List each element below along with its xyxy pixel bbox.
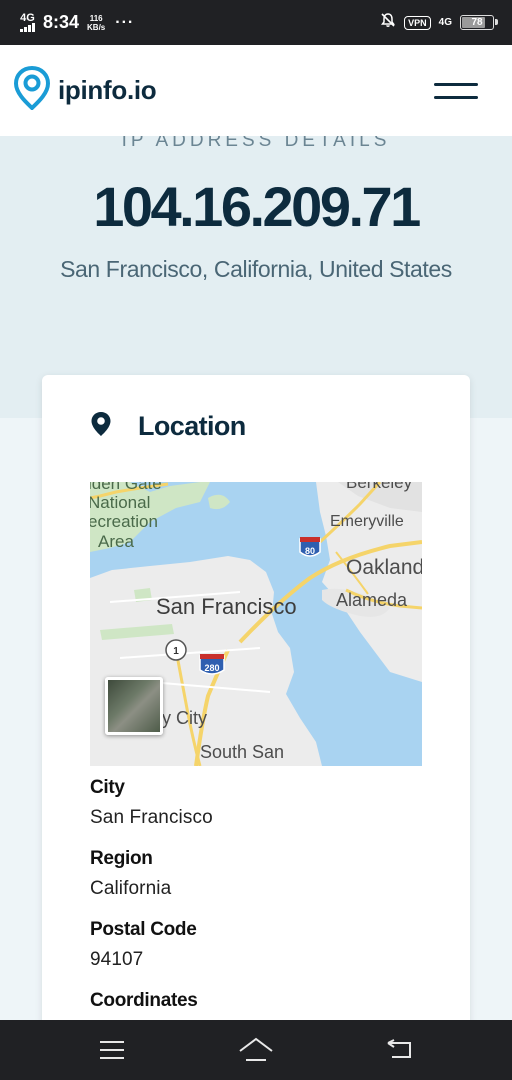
field-postal-code: Postal Code 94107	[90, 919, 197, 971]
map-label-berkeley: Berkeley	[346, 482, 413, 492]
route-1-label: 1	[173, 646, 179, 657]
network-type-right: 4G	[438, 17, 452, 28]
map-label-san-francisco: San Francisco	[156, 594, 297, 619]
field-value: San Francisco	[90, 807, 213, 828]
map-label-south-san: South San	[200, 742, 285, 762]
back-nav-icon[interactable]	[370, 1025, 430, 1075]
route-280-shield: 280	[199, 654, 225, 675]
card-title: Location	[138, 411, 246, 441]
network-speed: 116 KB/s	[87, 14, 105, 32]
field-label: City	[90, 777, 125, 798]
vpn-badge: VPN	[404, 15, 431, 30]
more-notifications-icon: ···	[115, 13, 135, 31]
mute-bell-icon	[380, 12, 396, 33]
route-280-label: 280	[204, 663, 219, 673]
field-value: California	[90, 878, 172, 899]
signal-indicator: 4G	[20, 13, 35, 32]
field-label: Postal Code	[90, 919, 197, 940]
logo-text: ipinfo.io	[58, 75, 157, 105]
field-region: Region California	[90, 848, 171, 900]
map-label-daly-city: ly City	[158, 708, 207, 728]
clock: 8:34	[43, 12, 80, 32]
network-speed-unit: KB/s	[87, 22, 106, 32]
field-city: City San Francisco	[90, 777, 213, 829]
hamburger-menu-icon[interactable]	[434, 81, 478, 101]
field-coordinates: Coordinates	[90, 990, 198, 1020]
map-label-oakland: Oakland	[346, 556, 422, 579]
site-header: ipinfo.io	[0, 45, 512, 136]
network-type: 4G	[20, 12, 35, 24]
map-pin-logo-icon	[13, 65, 51, 115]
battery-level: 78	[471, 17, 483, 28]
field-label: Region	[90, 848, 153, 869]
battery-icon: 78	[460, 15, 498, 30]
ip-location: San Francisco, California, United States	[60, 256, 452, 282]
location-map[interactable]: 80 280 1 lden Gate National ecreation Ar…	[90, 482, 422, 766]
map-label-national: National	[90, 493, 151, 512]
card-header: Location	[90, 411, 246, 442]
system-nav-bar	[0, 1020, 512, 1080]
map-label-recreation: ecreation	[90, 512, 158, 531]
ip-address: 104.16.209.71	[93, 175, 421, 238]
field-label: Coordinates	[90, 990, 198, 1011]
location-pin-icon	[90, 411, 112, 442]
field-value: 94107	[90, 949, 144, 970]
route-1-shield: 1	[165, 639, 187, 661]
signal-bars-icon	[20, 23, 35, 32]
map-label-area: Area	[98, 532, 134, 551]
home-nav-icon[interactable]	[226, 1025, 286, 1075]
menu-nav-icon[interactable]	[82, 1025, 142, 1075]
route-80-label: 80	[305, 546, 315, 556]
status-bar: 4G 8:34 116 KB/s ··· VPN 4G 78	[0, 0, 512, 45]
map-label-emeryville: Emeryville	[330, 513, 404, 530]
route-80-shield: 80	[299, 537, 321, 557]
satellite-toggle-button[interactable]	[105, 677, 163, 735]
map-label-alameda: Alameda	[336, 590, 408, 610]
network-speed-value: 116	[89, 13, 103, 23]
location-card: Location 80 280 1 lden Gate National ecr…	[42, 375, 470, 1055]
logo[interactable]: ipinfo.io	[13, 65, 157, 115]
